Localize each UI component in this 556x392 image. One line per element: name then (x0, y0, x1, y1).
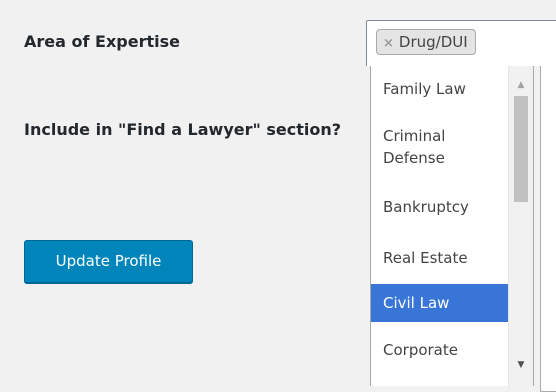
chip-label: Drug/DUI (398, 33, 468, 51)
selected-chip-drug-dui: × Drug/DUI (376, 29, 476, 55)
find-a-lawyer-field[interactable] (540, 62, 556, 392)
area-of-expertise-label: Area of Expertise (24, 32, 180, 51)
options-list: Family Law Criminal Defense Bankruptcy R… (371, 66, 508, 378)
option-criminal-defense[interactable]: Criminal Defense (371, 112, 508, 182)
scroll-down-icon[interactable]: ▼ (509, 356, 533, 374)
option-civil-law[interactable]: Civil Law (371, 284, 508, 322)
option-real-estate[interactable]: Real Estate (371, 232, 508, 284)
scroll-thumb[interactable] (514, 96, 528, 202)
expertise-dropdown: Family Law Criminal Defense Bankruptcy R… (370, 66, 534, 386)
find-a-lawyer-label: Include in "Find a Lawyer" section? (24, 120, 342, 139)
dropdown-scrollbar[interactable]: ▲ ▼ (508, 66, 533, 386)
option-corporate[interactable]: Corporate (371, 322, 508, 378)
scroll-up-icon[interactable]: ▲ (509, 76, 533, 94)
chip-remove-icon[interactable]: × (383, 32, 394, 56)
option-family-law[interactable]: Family Law (371, 66, 508, 112)
expertise-multiselect[interactable]: × Drug/DUI (366, 20, 556, 66)
option-bankruptcy[interactable]: Bankruptcy (371, 182, 508, 232)
update-profile-button[interactable]: Update Profile (24, 240, 193, 283)
